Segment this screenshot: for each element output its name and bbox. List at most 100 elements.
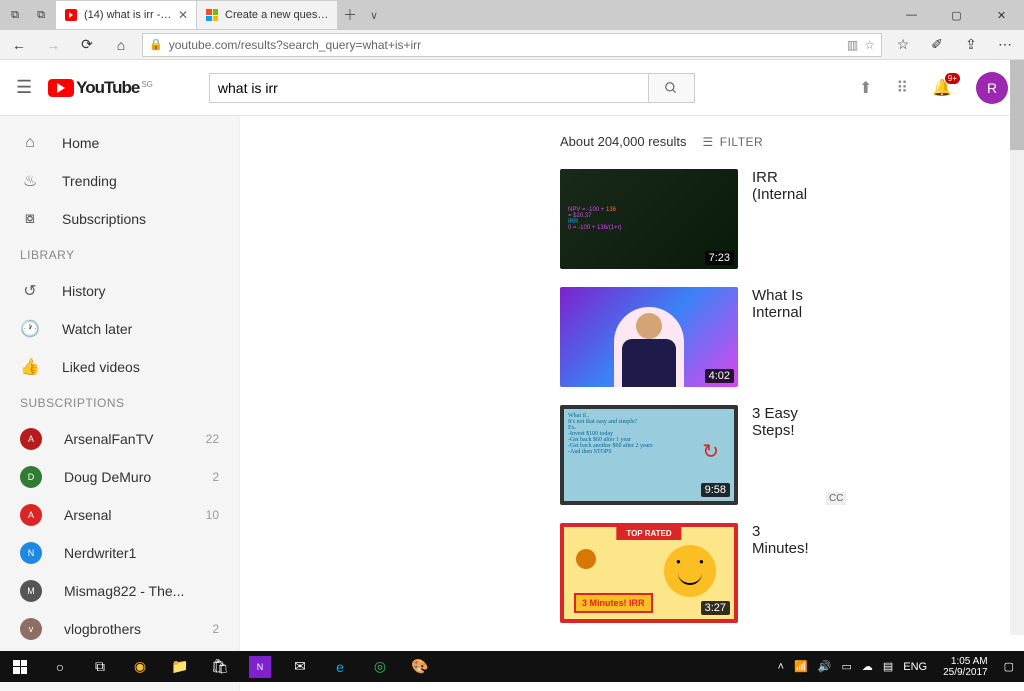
edge-icon[interactable]: e — [320, 651, 360, 682]
onedrive-icon[interactable]: ☁ — [862, 660, 873, 673]
video-thumbnail[interactable]: TOP RATED 3 Minutes! IRR 3:27 — [560, 523, 738, 623]
sidebar-item-watch-later[interactable]: 🕐Watch later — [0, 310, 239, 348]
reading-view-icon[interactable]: ▥ — [847, 38, 858, 52]
taskbar: ○ ⧉ ◉ 📁 🛍 N ✉ e ◎ 🎨 ˄ 📶 🔊 ▭ ☁ ▤ ENG 1:05… — [0, 651, 1024, 682]
play-icon — [48, 79, 74, 97]
sidebar-subscription[interactable]: AArsenal10 — [0, 496, 239, 534]
video-thumbnail[interactable]: NPV = -100 + 136= $20.37IRR0 = -100 + 13… — [560, 169, 738, 269]
apps-icon[interactable]: ⠿ — [896, 78, 908, 98]
search-icon — [664, 81, 678, 95]
search-input[interactable] — [209, 73, 649, 103]
youtube-logo[interactable]: YouTube SG — [48, 78, 153, 98]
region-code: SG — [141, 80, 153, 89]
set-aside-tabs-icon[interactable]: ⧉ — [30, 4, 52, 26]
search-result[interactable]: NPV = -100 + 136= $20.37IRR0 = -100 + 13… — [560, 169, 1024, 269]
tabs-overview-icon[interactable]: ⧉ — [4, 4, 26, 26]
explorer-icon[interactable]: 📁 — [160, 651, 200, 682]
sidebar-subscription[interactable]: NNerdwriter1 — [0, 534, 239, 572]
notification-icon[interactable]: ▢ — [1004, 660, 1014, 673]
tab-chevron-icon[interactable]: ∨ — [362, 9, 386, 22]
thumbs-up-icon: 👍 — [20, 357, 40, 377]
url-text: youtube.com/results?search_query=what+is… — [169, 38, 841, 52]
youtube-header: ☰ YouTube SG ⬆ ⠿ 🔔9+ R — [0, 60, 1024, 116]
video-duration: 3:27 — [701, 601, 730, 615]
filter-icon: ☰ — [702, 135, 713, 149]
upload-icon[interactable]: ⬆ — [859, 78, 872, 98]
network-icon[interactable]: 📶 — [794, 660, 808, 673]
sidebar-subscription[interactable]: TThe Football Re...5 — [0, 686, 239, 691]
filter-button[interactable]: ☰ FILTER — [702, 135, 763, 149]
new-tab-button[interactable]: ＋ — [338, 5, 362, 25]
sidebar-subscription[interactable]: MMismag822 - The... — [0, 572, 239, 610]
home-button[interactable]: ⌂ — [108, 32, 134, 58]
channel-name: Nerdwriter1 — [64, 545, 197, 561]
notifications-icon[interactable]: 🔔9+ — [932, 78, 952, 98]
tab-title: (14) what is irr - YouTube — [84, 9, 172, 21]
sidebar-subscription[interactable]: D Doug DeMuro 2 — [0, 458, 239, 496]
favorite-star-icon[interactable]: ☆ — [864, 38, 875, 52]
search-result[interactable]: 4:02 What Is Internal — [560, 287, 1024, 387]
paint-icon[interactable]: 🎨 — [400, 651, 440, 682]
lock-icon: 🔒 — [149, 38, 163, 51]
tab-msquestion[interactable]: Create a new question or st — [197, 1, 337, 29]
scrollbar[interactable] — [1010, 60, 1024, 635]
tab-title: Create a new question or st — [225, 9, 329, 21]
share-icon[interactable]: ⇪ — [958, 32, 984, 58]
search-result[interactable]: TOP RATED 3 Minutes! IRR 3:27 3 Minutes! — [560, 523, 1024, 623]
sidebar-item-home[interactable]: ⌂Home — [0, 124, 239, 162]
video-thumbnail[interactable]: 4:02 — [560, 287, 738, 387]
window-titlebar: ⧉ ⧉ (14) what is irr - YouTube ✕ Create … — [0, 0, 1024, 30]
channel-avatar: D — [20, 466, 42, 488]
video-duration: 7:23 — [705, 251, 734, 265]
back-button[interactable]: ← — [6, 32, 32, 58]
onenote-icon[interactable]: N — [249, 656, 271, 678]
favorites-icon[interactable]: ☆ — [890, 32, 916, 58]
browser-toolbar: ← → ⟳ ⌂ 🔒 youtube.com/results?search_que… — [0, 30, 1024, 60]
channel-name: Doug DeMuro — [64, 469, 190, 485]
sidebar-item-liked[interactable]: 👍Liked videos — [0, 348, 239, 386]
cortana-icon[interactable]: ○ — [40, 651, 80, 682]
notes-icon[interactable]: ✐ — [924, 32, 950, 58]
sidebar-subscription[interactable]: vvlogbrothers2 — [0, 610, 239, 648]
start-button[interactable] — [0, 651, 40, 682]
battery-icon[interactable]: ▭ — [841, 660, 851, 673]
notification-badge: 9+ — [945, 73, 960, 84]
scrollbar-thumb[interactable] — [1010, 60, 1024, 150]
action-center-icon[interactable]: ▤ — [883, 660, 893, 673]
sidebar-item-history[interactable]: ↺History — [0, 272, 239, 310]
address-bar[interactable]: 🔒 youtube.com/results?search_query=what+… — [142, 33, 882, 57]
results-count: About 204,000 results — [560, 134, 686, 149]
maximize-button[interactable]: ▢ — [934, 0, 979, 30]
subscriptions-icon: ⧇ — [20, 210, 40, 228]
language-indicator[interactable]: ENG — [903, 661, 927, 673]
close-tab-icon[interactable]: ✕ — [178, 8, 188, 22]
new-count: 2 — [212, 470, 219, 484]
forward-button[interactable]: → — [40, 32, 66, 58]
app-icon[interactable]: ◎ — [360, 651, 400, 682]
menu-icon[interactable]: ☰ — [16, 77, 32, 98]
clock-icon: 🕐 — [20, 319, 40, 339]
channel-avatar: v — [20, 618, 42, 640]
sidebar-item-trending[interactable]: ♨Trending — [0, 162, 239, 200]
tray-chevron-icon[interactable]: ˄ — [778, 661, 784, 673]
search-button[interactable] — [649, 73, 695, 103]
task-view-icon[interactable]: ⧉ — [80, 651, 120, 682]
sidebar-item-subscriptions[interactable]: ⧇Subscriptions — [0, 200, 239, 238]
search-result[interactable]: What if..It's not that easy and simple?E… — [560, 405, 1024, 505]
ms-favicon — [205, 8, 219, 22]
video-thumbnail[interactable]: What if..It's not that easy and simple?E… — [560, 405, 738, 505]
close-window-button[interactable]: ✕ — [979, 0, 1024, 30]
minimize-button[interactable]: — — [889, 0, 934, 30]
tab-youtube[interactable]: (14) what is irr - YouTube ✕ — [56, 1, 196, 29]
mail-icon[interactable]: ✉ — [280, 651, 320, 682]
channel-avatar: M — [20, 580, 42, 602]
chrome-icon[interactable]: ◉ — [120, 651, 160, 682]
avatar[interactable]: R — [976, 72, 1008, 104]
more-icon[interactable]: ⋯ — [992, 32, 1018, 58]
new-count: 10 — [206, 508, 219, 522]
sidebar-subscription[interactable]: AArsenalFanTV22 — [0, 420, 239, 458]
volume-icon[interactable]: 🔊 — [818, 660, 832, 673]
clock[interactable]: 1:05 AM25/9/2017 — [937, 656, 994, 678]
refresh-button[interactable]: ⟳ — [74, 32, 100, 58]
store-icon[interactable]: 🛍 — [200, 651, 240, 682]
